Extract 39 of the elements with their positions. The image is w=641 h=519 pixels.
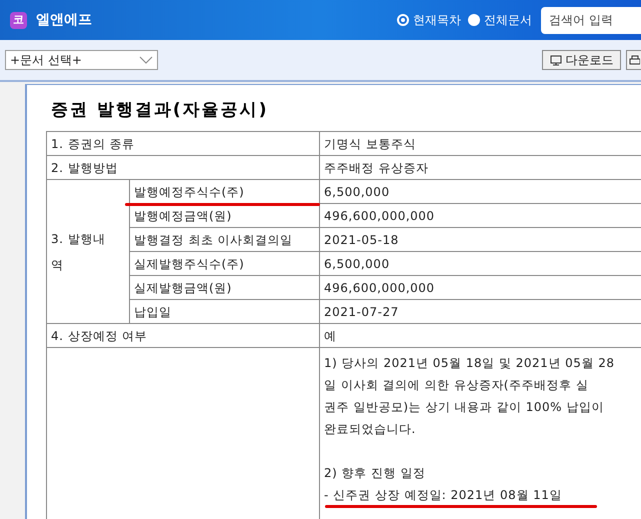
radio-button[interactable] (468, 14, 480, 26)
monitor-icon (550, 54, 562, 66)
note-line: 완료되었습니다. (324, 421, 417, 438)
download-button[interactable]: 다운로드 (542, 50, 621, 70)
row-label: 실제발행주식수(주) (134, 256, 244, 270)
radio-button[interactable] (397, 14, 409, 26)
row-value: 예 (324, 328, 336, 342)
row-label: 1. 증권의 종류 (51, 136, 135, 150)
row-value: 기명식 보통주식 (324, 136, 416, 150)
note-line: - 신주권 상장 예정일: 2021년 08월 11일 (324, 487, 563, 504)
row-label: 납입일 (134, 304, 172, 318)
row-value: 496,600,000,000 (324, 208, 435, 222)
note-line: 2) 향후 진행 일정 (324, 465, 426, 482)
logo-badge: 코 (10, 12, 27, 28)
row-value: 주주배정 유상증자 (324, 160, 428, 174)
document-select[interactable]: +문서 선택+ (5, 50, 158, 70)
row-value: 6,500,000 (324, 256, 390, 270)
row-value: 496,600,000,000 (324, 280, 435, 294)
print-button[interactable] (626, 50, 641, 70)
note-line: 권주 일반공모)는 상기 내용과 같이 100% 납입이 (324, 399, 605, 416)
row-label: 발행결정 최초 이사회결의일 (134, 232, 293, 246)
row-value: 2021-05-18 (324, 232, 399, 246)
radio-label[interactable]: 전체문서 (484, 11, 532, 29)
row-label: 발행예정금액(원) (134, 208, 232, 222)
row-label: 4. 상장예정 여부 (51, 328, 148, 342)
radio-label[interactable]: 현재목차 (413, 11, 461, 29)
row-label: 2. 발행방법 (51, 160, 118, 174)
group-label: 3. 발행내역 (51, 230, 106, 274)
document-title: 증권 발행결과(자율공시) (51, 99, 270, 121)
note-line: 일 이사회 결의에 의한 유상증자(주주배정후 실 (324, 377, 590, 394)
note-line: 1) 당사의 2021년 05월 18일 및 2021년 05월 28 (324, 355, 616, 372)
row-value: 2021-07-27 (324, 304, 399, 318)
company-title: 엘앤에프 (36, 10, 92, 30)
printer-icon (629, 54, 640, 66)
search-field[interactable]: 검색어 입력 (541, 6, 641, 34)
row-label: 발행예정주식수(주) (134, 184, 244, 198)
row-label: 실제발행금액(원) (134, 280, 232, 294)
chevron-down-icon (139, 56, 153, 64)
row-value: 6,500,000 (324, 184, 390, 198)
